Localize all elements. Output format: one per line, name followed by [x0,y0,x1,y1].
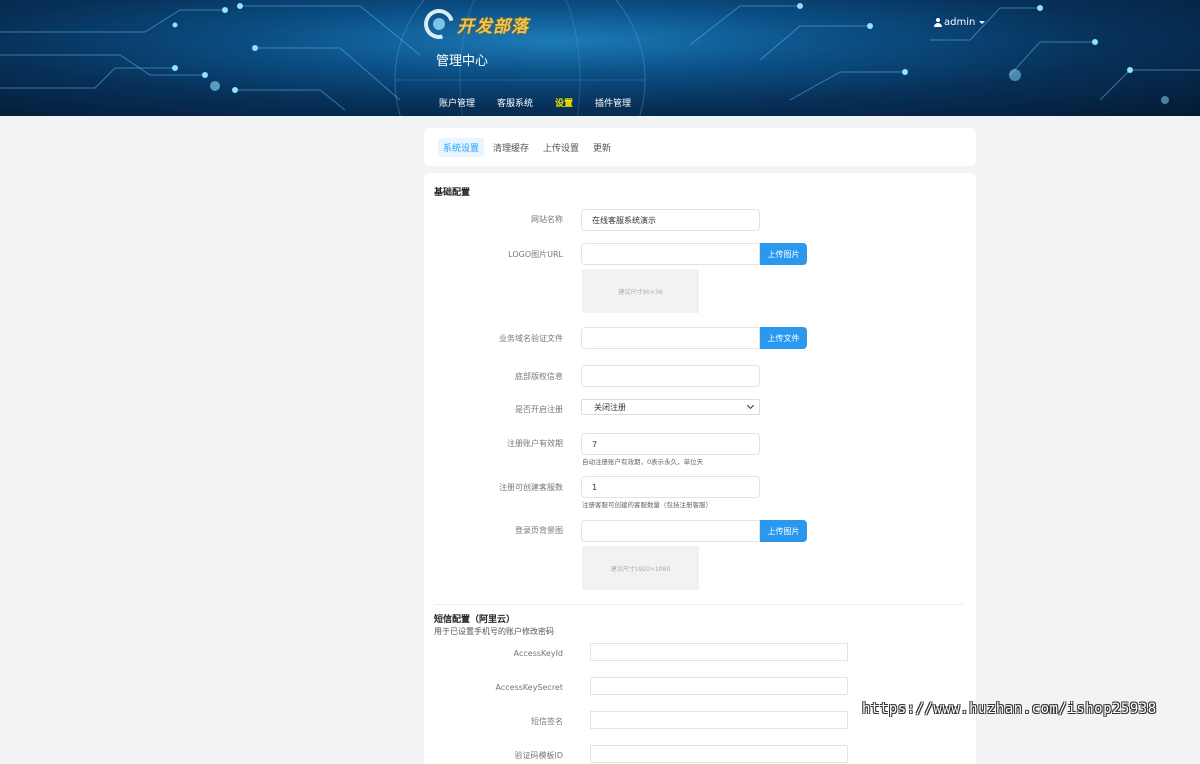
access-key-id-label: AccessKeyId [513,649,563,658]
nav-item-customer-service[interactable]: 客服系统 [497,96,533,109]
site-name-label: 网站名称 [531,215,563,224]
watermark-text: https://www.huzhan.com/ishop25938 [862,701,1157,717]
domain-file-label: 业务域名验证文件 [499,334,563,343]
register-label: 是否开启注册 [515,405,563,414]
logo-text: 开发部落 [457,16,529,37]
cs-count-hint: 注册客服可创建的客服数量（包括注册客服） [582,501,712,509]
register-select[interactable]: 关闭注册 [581,399,760,415]
logo-url-input[interactable] [581,243,760,265]
tab-upload-settings[interactable]: 上传设置 [538,138,584,157]
validity-hint: 自动注册账户有效期，0表示永久，单位天 [582,458,704,466]
top-header: 开发部落 管理中心 admin 账户管理 客服系统 设置 插件管理 [0,0,1200,116]
domain-file-input[interactable] [581,327,760,349]
sms-sign-input[interactable] [590,711,848,729]
section-desc-sms: 用于已设置手机号的账户修改密码 [434,627,554,636]
tab-update[interactable]: 更新 [588,138,616,157]
chevron-down-icon [746,401,755,410]
nav-item-plugins[interactable]: 插件管理 [595,96,631,109]
login-bg-preview: 建议尺寸1920×1080 [582,546,699,590]
tab-clear-cache[interactable]: 清理缓存 [488,138,534,157]
template-id-input[interactable] [590,745,848,763]
section-divider [434,604,964,605]
nav-item-settings[interactable]: 设置 [555,96,573,109]
page-title: 管理中心 [436,54,489,69]
logo-preview: 建议尺寸90×36 [582,269,699,313]
settings-tabs: 系统设置 清理缓存 上传设置 更新 [424,128,976,166]
copyright-label: 底部版权信息 [515,372,563,381]
upload-logo-button[interactable]: 上传图片 [760,243,807,265]
user-icon [934,18,942,27]
logo[interactable]: 开发部落 [418,3,529,45]
logo-url-label: LOGO图片URL [508,250,563,259]
caret-down-icon [979,21,986,24]
logo-mark-icon [418,3,460,45]
validity-input[interactable]: 7 [581,433,760,455]
upload-login-bg-button[interactable]: 上传图片 [760,520,807,542]
tab-system-settings[interactable]: 系统设置 [438,137,485,157]
user-menu[interactable]: admin [934,17,986,28]
nav-item-accounts[interactable]: 账户管理 [439,96,475,109]
validity-label: 注册账户有效期 [507,439,563,448]
section-title-basic: 基础配置 [434,188,471,198]
access-key-secret-label: AccessKeySecret [495,683,563,692]
access-key-id-input[interactable] [590,643,848,661]
register-select-value: 关闭注册 [594,402,626,412]
section-title-sms: 短信配置（阿里云） [434,615,516,625]
template-id-label: 验证码模板ID [514,751,563,760]
cs-count-label: 注册可创建客服数 [499,483,563,492]
login-bg-input[interactable] [581,520,760,542]
upload-file-button[interactable]: 上传文件 [760,327,807,349]
copyright-input[interactable] [581,365,760,387]
settings-form: 基础配置 网站名称 在线客服系统演示 LOGO图片URL 上传图片 建议尺寸90… [424,173,976,764]
main-nav: 账户管理 客服系统 设置 插件管理 [439,96,653,109]
cs-count-input[interactable]: 1 [581,476,760,498]
site-name-input[interactable]: 在线客服系统演示 [581,209,760,231]
login-bg-label: 登录页背景图 [515,526,563,535]
user-name: admin [944,17,976,28]
access-key-secret-input[interactable] [590,677,848,695]
sms-sign-label: 短信签名 [531,717,563,726]
